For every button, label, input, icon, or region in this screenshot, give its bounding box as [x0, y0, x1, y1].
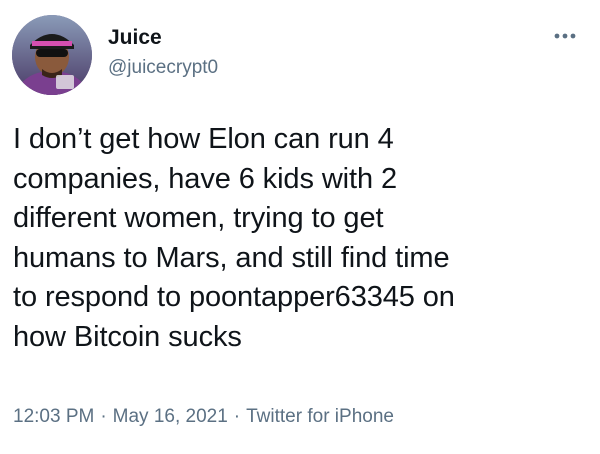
tweet-text: I don’t get how Elon can run 4 companies…	[13, 123, 455, 353]
avatar[interactable]	[12, 15, 92, 95]
tweet-metadata: 12:03 PM · May 16, 2021 · Twitter for iP…	[13, 406, 394, 428]
more-horizontal-icon	[554, 33, 576, 39]
separator-dot: ·	[233, 406, 241, 427]
tweet-date[interactable]: May 16, 2021	[113, 406, 228, 428]
more-options-button[interactable]	[550, 26, 580, 46]
tweet-time[interactable]: 12:03 PM	[13, 406, 94, 428]
separator-dot: ·	[100, 406, 107, 427]
tweet-card: Juice @juicecrypt0 I don’t get how Elon …	[0, 0, 600, 454]
avatar-image	[12, 15, 92, 95]
display-name[interactable]: Juice	[108, 26, 162, 50]
tweet-source[interactable]: Twitter for iPhone	[246, 406, 394, 428]
user-handle[interactable]: @juicecrypt0	[108, 57, 218, 79]
